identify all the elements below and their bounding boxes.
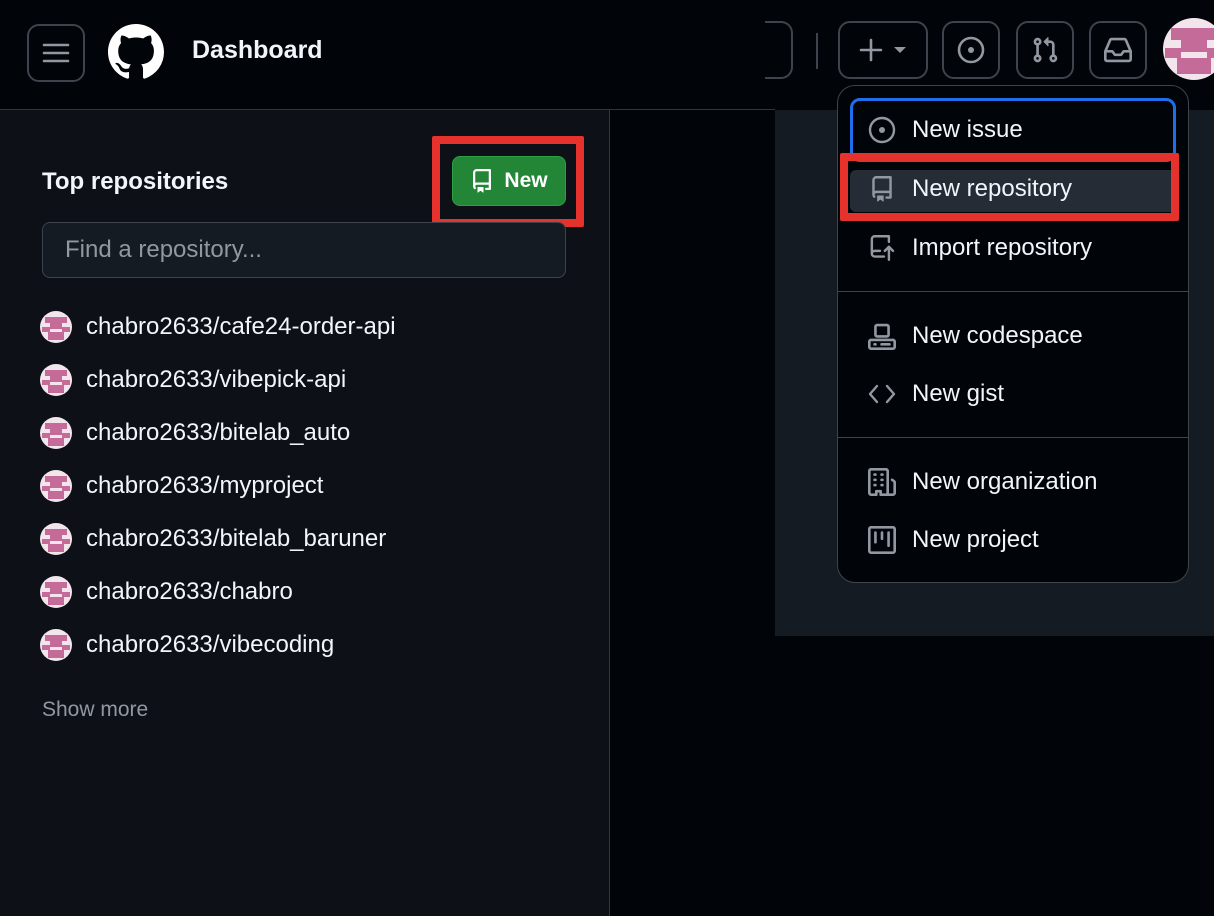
issue-opened-icon <box>866 114 898 146</box>
menu-item-new-codespace[interactable]: New codespace <box>838 309 1188 363</box>
new-repository-button[interactable]: New <box>452 156 566 206</box>
menu-item-label: New organization <box>912 468 1098 495</box>
menu-item-label: New project <box>912 526 1039 553</box>
menu-item-label: Import repository <box>912 234 1093 261</box>
pull-requests-button[interactable] <box>1016 21 1074 79</box>
codespaces-icon <box>866 320 898 352</box>
repository-list-item[interactable]: chabro2633/cafe24-order-api <box>40 300 600 353</box>
repository-link[interactable]: chabro2633/vibepick-api <box>86 366 346 394</box>
repo-owner-avatar <box>40 575 72 608</box>
repo-owner-avatar <box>40 363 72 396</box>
menu-divider <box>838 291 1188 292</box>
repository-list-item[interactable]: chabro2633/vibecoding <box>40 618 600 671</box>
repo-owner-avatar <box>40 522 72 555</box>
menu-item-label: New codespace <box>912 322 1083 349</box>
issues-button[interactable] <box>942 21 1000 79</box>
git-pull-request-icon <box>1031 35 1059 65</box>
hamburger-menu-icon <box>42 42 70 64</box>
caret-down-icon <box>893 45 907 55</box>
menu-divider <box>838 437 1188 438</box>
organization-icon <box>866 466 898 498</box>
repository-list-item[interactable]: chabro2633/bitelab_auto <box>40 406 600 459</box>
find-repository-input[interactable] <box>42 222 566 278</box>
repository-list: chabro2633/cafe24-order-api chabro2633/vi… <box>40 300 600 671</box>
repository-link[interactable]: chabro2633/cafe24-order-api <box>86 313 396 341</box>
repository-link[interactable]: chabro2633/chabro <box>86 578 293 606</box>
project-icon <box>866 524 898 556</box>
menu-item-new-project[interactable]: New project <box>838 513 1188 567</box>
hamburger-menu-button[interactable] <box>27 24 85 82</box>
repository-link[interactable]: chabro2633/bitelab_auto <box>86 419 350 447</box>
menu-item-new-organization[interactable]: New organization <box>838 455 1188 509</box>
repo-owner-avatar <box>40 416 72 449</box>
repo-icon <box>866 173 898 205</box>
repository-link[interactable]: chabro2633/vibecoding <box>86 631 334 659</box>
user-avatar[interactable] <box>1163 18 1214 80</box>
repository-link[interactable]: chabro2633/myproject <box>86 472 323 500</box>
menu-item-new-repository[interactable]: New repository <box>838 162 1188 216</box>
issue-opened-icon <box>956 35 986 65</box>
repository-list-item[interactable]: chabro2633/myproject <box>40 459 600 512</box>
page-title: Dashboard <box>192 36 323 64</box>
repo-owner-avatar <box>40 628 72 661</box>
search-button-edge[interactable] <box>765 21 793 79</box>
repository-list-item[interactable]: chabro2633/bitelab_baruner <box>40 512 600 565</box>
menu-item-label: New gist <box>912 380 1005 407</box>
create-new-dropdown-menu: New issue New repository Import reposito… <box>837 85 1189 583</box>
menu-item-import-repository[interactable]: Import repository <box>838 221 1188 275</box>
new-button-label: New <box>504 169 548 192</box>
top-repositories-panel: Top repositories New chabro2633/cafe24-o… <box>0 110 610 916</box>
menu-item-new-issue[interactable]: New issue <box>838 103 1188 157</box>
repo-owner-avatar <box>40 310 72 343</box>
inbox-icon <box>1103 36 1133 64</box>
show-more-link[interactable]: Show more <box>42 698 148 722</box>
menu-item-label: New repository <box>912 175 1073 202</box>
repository-link[interactable]: chabro2633/bitelab_baruner <box>86 525 386 553</box>
create-new-button[interactable] <box>838 21 928 79</box>
repo-icon <box>470 168 494 194</box>
menu-item-new-gist[interactable]: New gist <box>838 367 1188 421</box>
repo-owner-avatar <box>40 469 72 502</box>
code-icon <box>866 378 898 410</box>
github-logo-icon[interactable] <box>108 24 164 80</box>
menu-item-label: New issue <box>912 116 1023 143</box>
repository-list-item[interactable]: chabro2633/vibepick-api <box>40 353 600 406</box>
header-divider <box>816 33 818 69</box>
top-repositories-heading: Top repositories <box>42 168 229 195</box>
repo-push-icon <box>866 232 898 264</box>
inbox-button[interactable] <box>1089 21 1147 79</box>
repository-list-item[interactable]: chabro2633/chabro <box>40 565 600 618</box>
plus-icon <box>859 38 883 62</box>
